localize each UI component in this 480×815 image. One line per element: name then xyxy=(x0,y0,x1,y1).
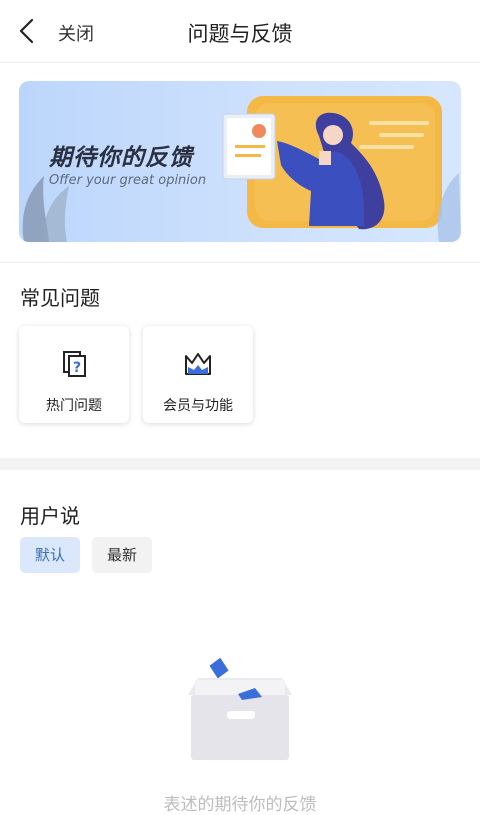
page-title: 问题与反馈 xyxy=(187,22,293,46)
section-separator xyxy=(0,458,480,470)
header-bar: 关闭 问题与反馈 xyxy=(0,0,480,63)
membership-label: 会员与功能 xyxy=(163,398,233,414)
tab-default[interactable]: 默认 xyxy=(20,537,80,573)
empty-box-icon xyxy=(188,657,292,760)
hot-questions-label: 热门问题 xyxy=(46,398,102,414)
section-divider xyxy=(0,262,480,263)
feedback-banner: 期待你的反馈 Offer your great opinion xyxy=(19,81,461,242)
question-doc-icon: ? xyxy=(63,351,86,377)
user-says-section-title: 用户说 xyxy=(20,504,80,528)
empty-state-text: 表述的期待你的反馈 xyxy=(163,795,317,815)
banner-title: 期待你的反馈 xyxy=(49,145,193,171)
membership-card[interactable]: 会员与功能 xyxy=(143,326,253,423)
banner-subtitle: Offer your great opinion xyxy=(49,173,207,188)
svg-text:?: ? xyxy=(73,360,81,376)
faq-section-title: 常见问题 xyxy=(20,286,100,310)
tab-latest[interactable]: 最新 xyxy=(92,537,152,573)
hot-questions-card[interactable]: ? 热门问题 xyxy=(19,326,129,423)
crown-icon xyxy=(185,353,211,375)
